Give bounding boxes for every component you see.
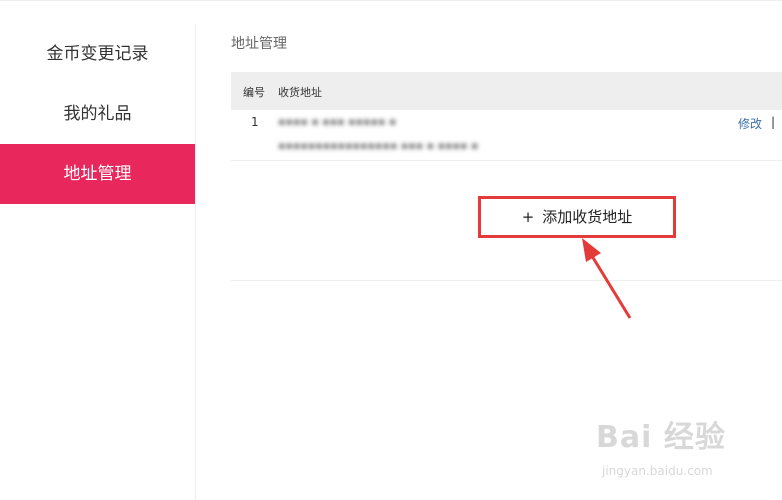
watermark-url: jingyan.baidu.com xyxy=(602,464,713,478)
watermark-brand: Bai 经验 xyxy=(596,420,726,455)
